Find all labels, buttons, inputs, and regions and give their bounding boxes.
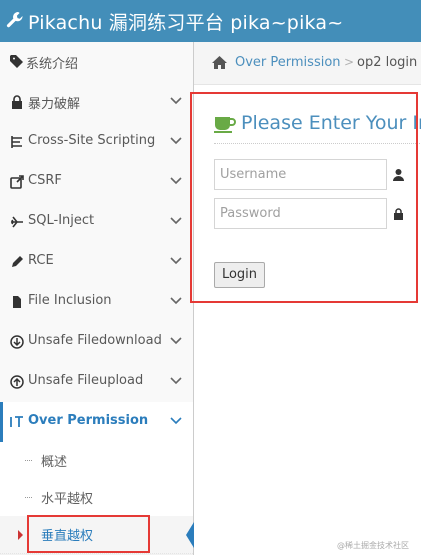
login-form: Please Enter Your Information Login <box>194 85 421 335</box>
chevron-down-icon <box>170 297 182 305</box>
chevron-down-icon <box>170 97 182 105</box>
breadcrumb: Over Permission > op2 login <box>194 42 421 85</box>
sidebar-item-label: CSRF <box>28 173 62 188</box>
sidebar-item-label: File Inclusion <box>28 293 112 308</box>
upload-icon <box>10 375 24 389</box>
tree-dash <box>25 460 32 461</box>
username-input[interactable] <box>214 159 387 190</box>
breadcrumb-current: op2 login <box>357 55 418 70</box>
submenu-item-overview[interactable]: 概述 <box>0 442 193 480</box>
sidebar-item-unsafe-fileupload[interactable]: Unsafe Fileupload <box>0 362 193 403</box>
login-button[interactable]: Login <box>214 262 265 288</box>
submenu-item-label: 垂直越权 <box>41 529 94 544</box>
sidebar-item-sql-inject[interactable]: SQL-Inject <box>0 202 193 243</box>
caret-right-icon <box>18 530 23 540</box>
chevron-down-icon <box>170 217 182 225</box>
home-icon <box>212 56 227 69</box>
sidebar-item-xss[interactable]: Cross-Site Scripting <box>0 122 193 163</box>
submenu-item-label: 水平越权 <box>41 492 94 507</box>
plane-icon <box>11 216 23 228</box>
lock-icon <box>12 95 22 109</box>
sidebar-item-rce[interactable]: RCE <box>0 242 193 283</box>
tree-dash <box>25 497 32 498</box>
active-pointer <box>186 522 194 548</box>
chevron-down-icon <box>170 337 182 345</box>
sidebar: 系统介绍 暴力破解 Cross-Site Scripting CSRF SQL-… <box>0 42 194 555</box>
list-icon <box>11 136 22 148</box>
sidebar-item-label: 系统介绍 <box>26 57 79 72</box>
title-divider <box>214 143 421 144</box>
sidebar-item-label: Cross-Site Scripting <box>28 133 156 148</box>
sidebar-item-intro[interactable]: 系统介绍 <box>0 42 193 83</box>
chevron-down-icon <box>170 257 182 265</box>
brand-title[interactable]: Pikachu 漏洞练习平台 pika~pika~ <box>28 8 343 35</box>
sidebar-item-label: SQL-Inject <box>28 213 95 228</box>
chevron-down-icon <box>170 417 182 425</box>
chevron-down-icon <box>170 177 182 185</box>
submenu-item-label: 概述 <box>41 455 68 470</box>
navbar: Pikachu 漏洞练习平台 pika~pika~ <box>0 0 421 42</box>
tags-icon <box>10 55 23 68</box>
wrench-icon <box>6 12 23 28</box>
sidebar-item-label: Unsafe Fileupload <box>28 373 144 388</box>
chevron-down-icon <box>170 377 182 385</box>
login-title: Please Enter Your Information <box>241 112 421 134</box>
sidebar-item-label: Over Permission <box>28 413 149 428</box>
sidebar-item-brute-force[interactable]: 暴力破解 <box>0 82 193 123</box>
sidebar-item-label: Unsafe Filedownload <box>28 333 162 348</box>
file-icon <box>13 296 21 308</box>
pencil-icon <box>12 256 23 267</box>
share-icon <box>10 175 24 189</box>
sidebar-item-csrf[interactable]: CSRF <box>0 162 193 203</box>
password-input[interactable] <box>214 198 387 229</box>
lock-icon <box>394 208 403 220</box>
submenu-item-vertical[interactable]: 垂直越权 <box>0 516 194 554</box>
breadcrumb-link[interactable]: Over Permission <box>235 55 341 70</box>
chevron-down-icon <box>170 137 182 145</box>
breadcrumb-separator: > <box>344 55 355 69</box>
sidebar-item-label: 暴力破解 <box>28 97 81 112</box>
sidebar-item-label: RCE <box>28 253 54 268</box>
download-icon <box>10 335 24 349</box>
sidebar-item-file-inclusion[interactable]: File Inclusion <box>0 282 193 323</box>
coffee-icon <box>214 117 236 133</box>
sidebar-item-over-permission[interactable]: Over Permission <box>0 402 193 443</box>
submenu-item-horizontal[interactable]: 水平越权 <box>0 479 193 517</box>
text-height-icon <box>10 416 23 427</box>
user-icon <box>393 169 404 181</box>
watermark: @稀土掘金技术社区 <box>337 541 409 550</box>
sidebar-item-unsafe-filedownload[interactable]: Unsafe Filedownload <box>0 322 193 363</box>
